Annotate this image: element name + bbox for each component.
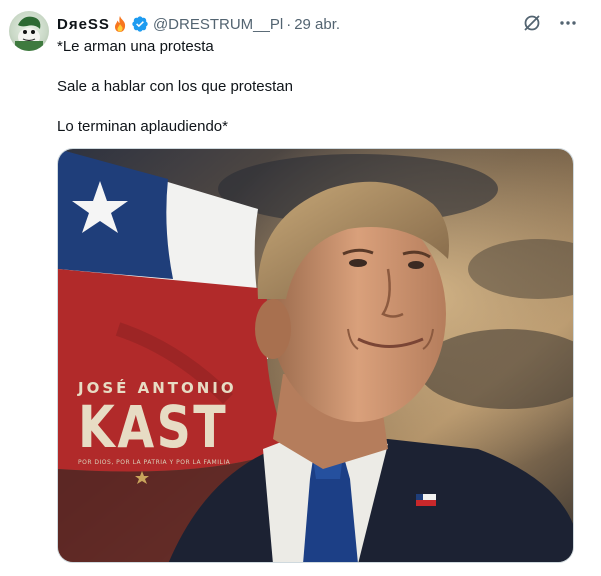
display-name[interactable]: DяeSS [57, 16, 110, 33]
more-options-icon[interactable] [557, 12, 579, 34]
tweet-actions [521, 12, 579, 34]
separator-dot: · [286, 15, 292, 33]
tweet-media-image[interactable]: JOSÉ ANTONIO KAST POR DIOS, POR LA PATRI… [57, 148, 574, 563]
grok-icon[interactable] [521, 12, 543, 34]
poster-name-line2: KAST [78, 393, 229, 461]
tweet-date[interactable]: 29 abr. [294, 16, 340, 33]
tweet[interactable]: DяeSS @DRESTRUM__Pl · 29 abr. *Le arman … [0, 0, 601, 576]
verified-badge-icon[interactable] [131, 15, 149, 33]
tweet-text-line-3: Lo terminan aplaudiendo* [57, 118, 228, 135]
tweet-text-line-2: Sale a hablar con los que protestan [57, 78, 293, 95]
flag-pin [416, 494, 436, 506]
campaign-poster-illustration [58, 149, 573, 562]
tweet-text-line-1: *Le arman una protesta [57, 38, 214, 55]
avatar[interactable] [9, 11, 49, 51]
fire-icon [112, 15, 128, 33]
user-handle[interactable]: @DRESTRUM__Pl [153, 16, 283, 33]
poster-slogan: POR DIOS, POR LA PATRIA Y POR LA FAMILIA [78, 459, 231, 466]
tweet-header: DяeSS @DRESTRUM__Pl · 29 abr. [57, 14, 340, 34]
